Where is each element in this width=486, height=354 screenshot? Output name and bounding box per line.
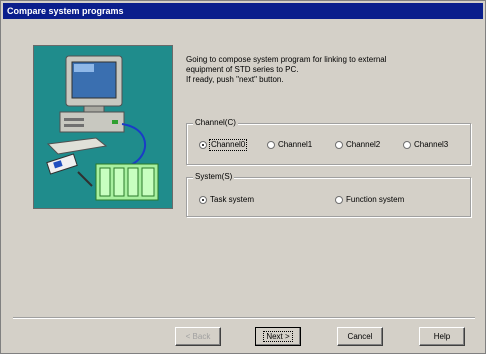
channel2-label: Channel2	[346, 140, 381, 149]
function-system-radio[interactable]: Function system	[335, 195, 404, 205]
description-line-3: If ready, push "next" button.	[186, 75, 284, 84]
cancel-button[interactable]: Cancel	[337, 327, 383, 346]
description-text: Going to compose system program for link…	[186, 55, 471, 85]
channel1-radio[interactable]: Channel1	[267, 140, 312, 150]
radio-checked-icon	[199, 196, 207, 204]
channel0-radio[interactable]: Channel0	[199, 139, 248, 151]
back-button[interactable]: < Back	[175, 327, 221, 346]
channel-group-legend: Channel(C)	[193, 118, 238, 128]
radio-checked-icon	[199, 141, 207, 149]
help-button[interactable]: Help	[419, 327, 465, 346]
channel1-label: Channel1	[278, 140, 313, 149]
task-system-radio[interactable]: Task system	[199, 195, 254, 205]
button-separator	[13, 317, 475, 319]
next-button[interactable]: Next >	[255, 327, 301, 346]
system-group-legend: System(S)	[193, 172, 235, 182]
radio-unchecked-icon	[335, 141, 343, 149]
next-button-label: Next >	[263, 331, 293, 342]
radio-unchecked-icon	[267, 141, 275, 149]
channel3-label: Channel3	[414, 140, 449, 149]
task-system-label: Task system	[210, 195, 255, 204]
radio-unchecked-icon	[335, 196, 343, 204]
dialog-window: Compare system programs Going to compose…	[0, 0, 486, 354]
channel0-label: Channel0	[208, 139, 248, 151]
function-system-label: Function system	[346, 195, 405, 204]
channel2-radio[interactable]: Channel2	[335, 140, 380, 150]
radio-unchecked-icon	[403, 141, 411, 149]
description-line-1: Going to compose system program for link…	[186, 55, 387, 64]
computer-link-illustration	[33, 45, 173, 209]
description-line-2: equipment of STD series to PC.	[186, 65, 299, 74]
window-title: Compare system programs	[3, 3, 483, 19]
channel3-radio[interactable]: Channel3	[403, 140, 448, 150]
system-group: System(S) Task system Function system	[186, 172, 471, 217]
computer-linked-to-external-equipment-icon	[46, 55, 159, 201]
channel-group: Channel(C) Channel0 Channel1 Channel2 Ch…	[186, 118, 471, 165]
